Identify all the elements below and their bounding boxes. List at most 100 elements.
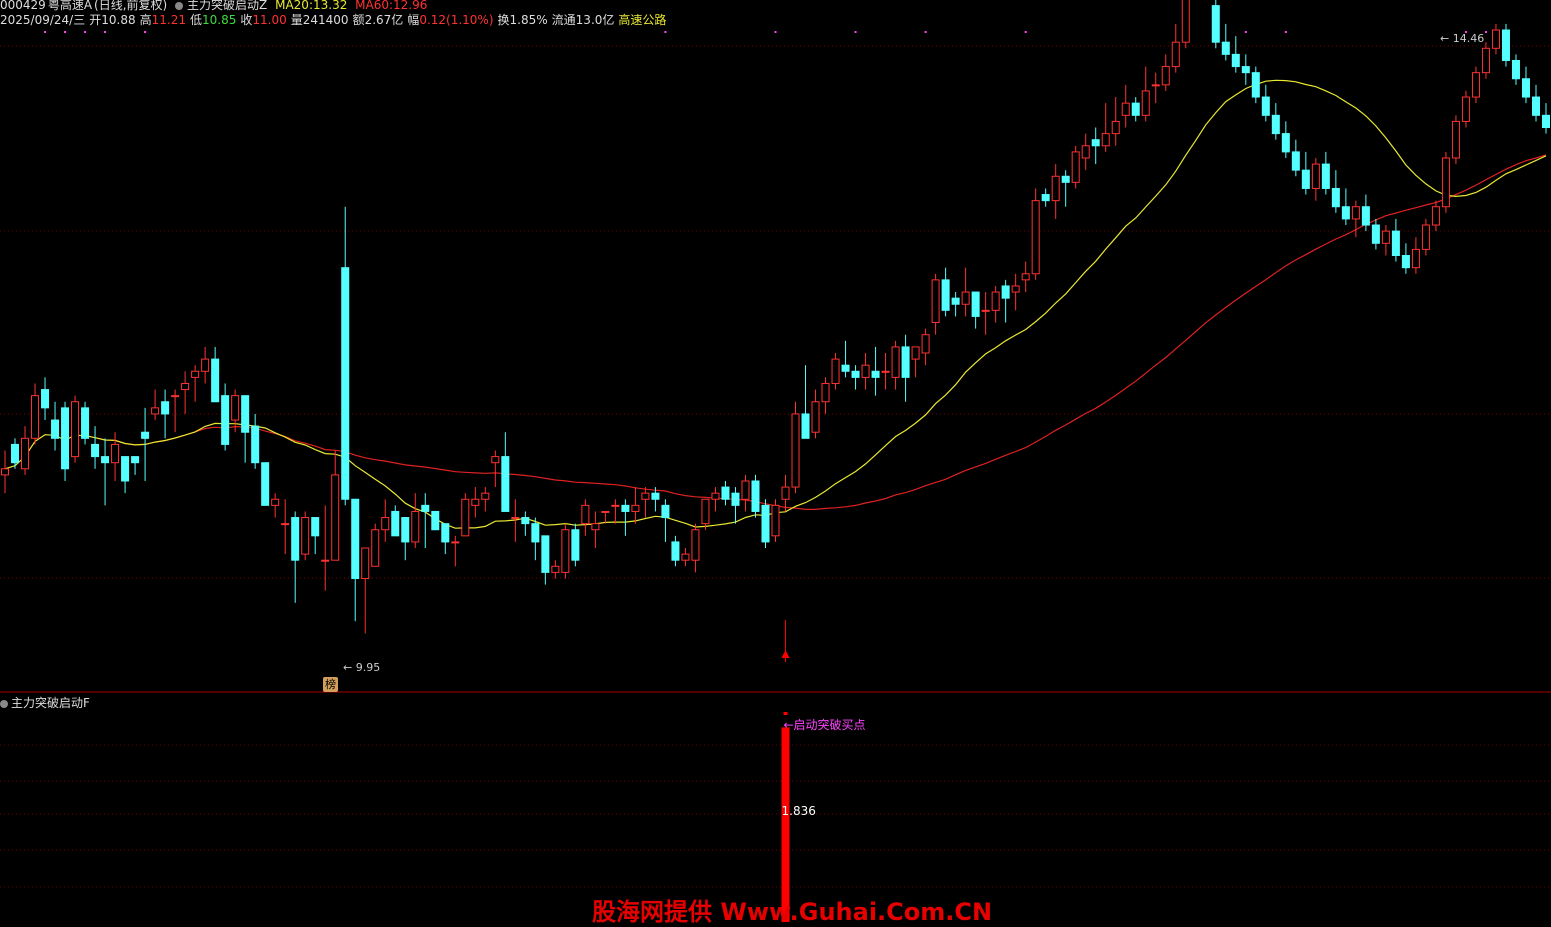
candle[interactable]: [1441, 151, 1450, 213]
candle[interactable]: [81, 401, 90, 445]
candle[interactable]: [1221, 23, 1230, 61]
candle[interactable]: [741, 474, 750, 512]
candle[interactable]: [341, 206, 350, 506]
candle[interactable]: [1371, 218, 1380, 250]
candle[interactable]: [1121, 84, 1130, 128]
candle[interactable]: [1271, 103, 1280, 140]
candle[interactable]: [1231, 36, 1240, 73]
candle[interactable]: [731, 487, 740, 524]
candle[interactable]: [1061, 170, 1070, 207]
candle[interactable]: [321, 505, 330, 591]
candle[interactable]: [1291, 139, 1300, 177]
candle[interactable]: [1211, 0, 1220, 49]
candle[interactable]: [631, 487, 640, 524]
candle[interactable]: [351, 498, 360, 622]
candle[interactable]: [711, 487, 720, 512]
candle[interactable]: [591, 511, 600, 549]
candle[interactable]: [61, 401, 70, 481]
candle[interactable]: [381, 499, 390, 542]
candle[interactable]: [1101, 103, 1110, 152]
candle[interactable]: [621, 499, 630, 536]
candle[interactable]: [1071, 145, 1080, 189]
candle[interactable]: [131, 456, 140, 475]
candle[interactable]: [111, 432, 120, 481]
candle[interactable]: [501, 432, 510, 512]
candle[interactable]: [681, 548, 690, 567]
candle[interactable]: [1081, 133, 1090, 171]
candle[interactable]: [541, 535, 550, 585]
candle[interactable]: [71, 395, 80, 463]
candle[interactable]: [821, 377, 830, 414]
candle[interactable]: [291, 511, 300, 603]
candle[interactable]: [31, 383, 40, 445]
candle[interactable]: [671, 535, 680, 567]
candle[interactable]: [1391, 218, 1400, 262]
candle[interactable]: [271, 493, 280, 518]
candle[interactable]: [231, 389, 240, 433]
candle[interactable]: [201, 346, 210, 384]
candle[interactable]: [1331, 170, 1340, 213]
candle[interactable]: [1141, 66, 1150, 122]
candle[interactable]: [1021, 261, 1030, 293]
candle[interactable]: [451, 535, 460, 567]
candle[interactable]: [1411, 237, 1420, 274]
candle[interactable]: [831, 353, 840, 390]
candle[interactable]: [441, 523, 450, 555]
candle[interactable]: [1451, 115, 1460, 165]
candle[interactable]: [1111, 97, 1120, 146]
candle[interactable]: [841, 340, 850, 378]
candle[interactable]: [1011, 273, 1020, 311]
candle[interactable]: [101, 438, 110, 506]
candle[interactable]: [301, 511, 310, 561]
candle[interactable]: [801, 365, 810, 439]
candle[interactable]: [1341, 188, 1350, 226]
candle[interactable]: [951, 292, 960, 317]
candle[interactable]: [41, 377, 50, 421]
candle[interactable]: [701, 498, 710, 530]
candle[interactable]: [691, 523, 700, 573]
candle[interactable]: [1541, 103, 1550, 134]
candle[interactable]: [661, 499, 670, 542]
candle[interactable]: [1261, 84, 1270, 122]
candle[interactable]: [571, 523, 580, 567]
candle[interactable]: [1001, 279, 1010, 323]
candle[interactable]: [1131, 97, 1140, 122]
candle[interactable]: [1351, 200, 1360, 238]
candle[interactable]: [931, 273, 940, 335]
candle[interactable]: [461, 493, 470, 537]
candle[interactable]: [261, 462, 270, 506]
candle[interactable]: [901, 334, 910, 402]
candle[interactable]: [1471, 66, 1480, 104]
settings-icon[interactable]: [175, 2, 184, 10]
candle[interactable]: [1381, 225, 1390, 256]
candle[interactable]: [121, 456, 130, 494]
candle[interactable]: [871, 346, 880, 396]
candle[interactable]: [471, 487, 480, 518]
candle[interactable]: [1461, 90, 1470, 128]
candle[interactable]: [1401, 243, 1410, 274]
candle[interactable]: [211, 346, 220, 403]
candle[interactable]: [431, 510, 440, 531]
candle[interactable]: [551, 560, 560, 579]
candle[interactable]: [1041, 188, 1050, 207]
candle[interactable]: [1521, 66, 1530, 104]
candle[interactable]: [91, 426, 100, 469]
candle[interactable]: [851, 365, 860, 390]
candle[interactable]: [1431, 200, 1440, 232]
candle[interactable]: [521, 511, 530, 536]
candle[interactable]: [891, 340, 900, 390]
ranking-badge[interactable]: 榜: [323, 677, 338, 692]
candle[interactable]: [971, 291, 980, 329]
candle[interactable]: [791, 401, 800, 494]
candle[interactable]: [1051, 164, 1060, 219]
candle[interactable]: [161, 389, 170, 439]
candle[interactable]: [961, 267, 970, 317]
candle[interactable]: [1311, 157, 1320, 201]
candle[interactable]: [1491, 23, 1500, 55]
candle[interactable]: [1251, 66, 1260, 104]
candle[interactable]: [861, 353, 870, 390]
candle[interactable]: [991, 285, 1000, 323]
candle[interactable]: [411, 493, 420, 549]
candle[interactable]: [371, 523, 380, 567]
candle[interactable]: [921, 328, 930, 366]
